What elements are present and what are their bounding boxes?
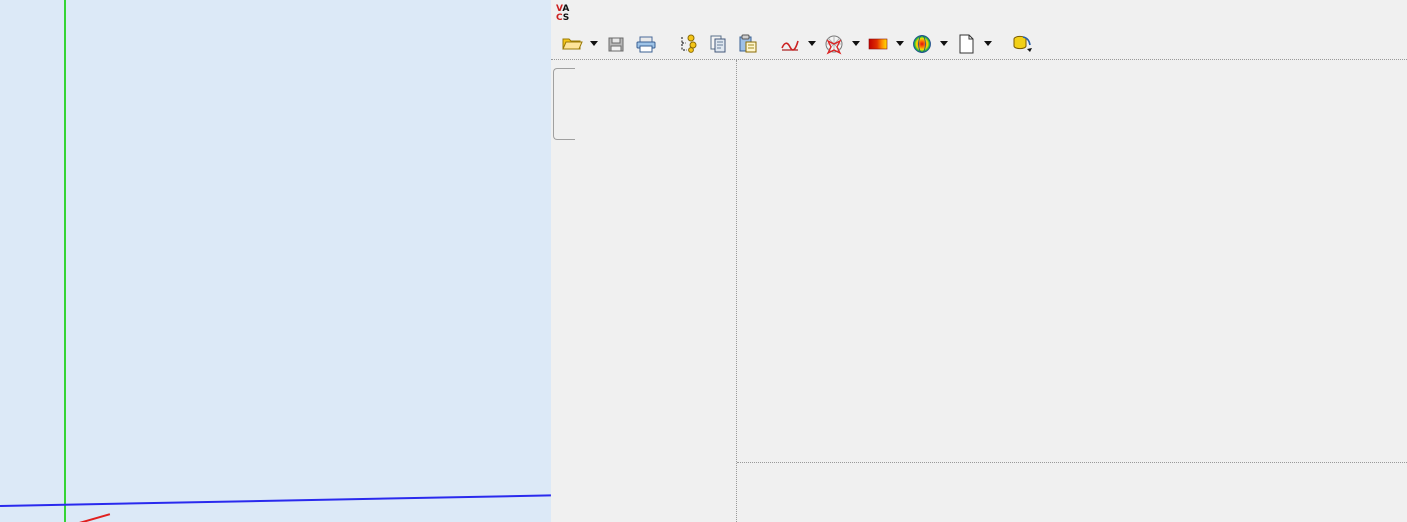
polar-plot-icon[interactable] [819,30,849,58]
polar-plot-dropdown-caret-icon[interactable] [849,30,863,58]
menu-items [581,11,721,17]
mesh-viewport[interactable] [0,0,551,522]
menu-io[interactable] [623,11,637,17]
color-map-icon[interactable] [863,30,893,58]
tree-properties-icon[interactable] [673,30,703,58]
open-icon[interactable] [557,30,587,58]
vacs-logo-icon: VA CS [556,4,570,23]
new-document-dropdown-caret-icon[interactable] [981,30,995,58]
tab-view-1[interactable] [553,68,575,140]
main-content-row [551,60,1407,522]
database-import-icon[interactable] [1007,30,1037,58]
new-document-icon[interactable] [951,30,981,58]
menu-view[interactable] [609,11,623,17]
xy-curve-icon[interactable] [775,30,805,58]
vacs-application-pane: VA CS [551,0,1407,522]
chart-legend [737,462,1407,522]
balloon-plot-icon[interactable] [907,30,937,58]
save-icon[interactable] [601,30,631,58]
menu-editor[interactable] [651,11,665,17]
view-tab-strip [551,60,577,522]
menu-file[interactable] [581,11,595,17]
balloon-plot-dropdown-caret-icon[interactable] [937,30,951,58]
project-tree-panel [551,60,737,522]
project-tree[interactable] [577,60,736,522]
menu-preferences[interactable] [679,11,693,17]
chart-panel[interactable] [737,60,1407,522]
color-map-dropdown-caret-icon[interactable] [893,30,907,58]
logo-line2-c: C [556,13,563,23]
menu-window[interactable] [693,11,707,17]
menu-help[interactable] [707,11,721,17]
menu-graph[interactable] [637,11,651,17]
print-icon[interactable] [631,30,661,58]
waveguide-mesh[interactable] [0,0,551,522]
axis-origin-glyph [10,505,32,521]
open-dropdown-caret-icon[interactable] [587,30,601,58]
copy-icon[interactable] [703,30,733,58]
spl-directivity-plot[interactable] [737,60,1407,462]
xy-curve-dropdown-caret-icon[interactable] [805,30,819,58]
toolbar [551,28,1407,60]
menu-bar: VA CS [551,0,1407,28]
menu-edit[interactable] [595,11,609,17]
menu-processing[interactable] [665,11,679,17]
paste-icon[interactable] [733,30,763,58]
